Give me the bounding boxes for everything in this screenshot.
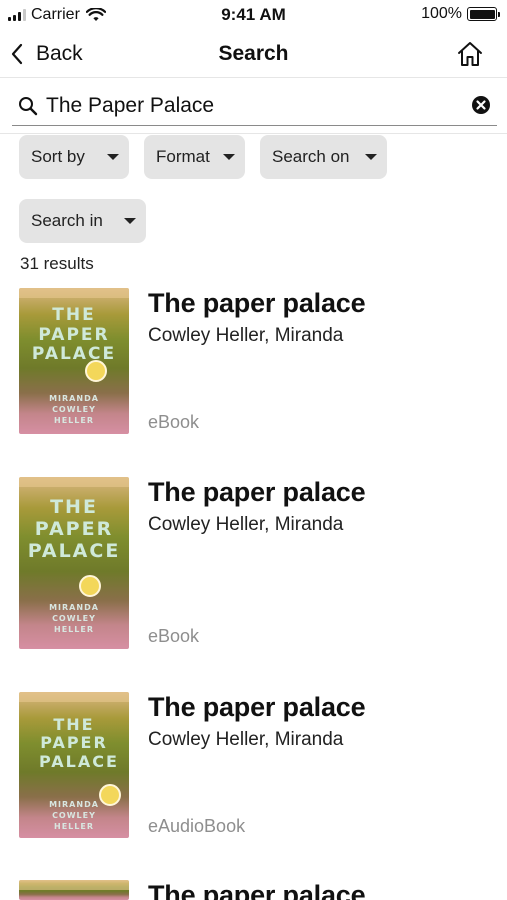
search-screen: Carrier 9:41 AM 100% Back Search The Pap…	[0, 0, 507, 900]
caret-down-icon	[365, 154, 377, 160]
cover-title: THE PAPER PALACE	[27, 496, 121, 562]
result-author: Cowley Heller, Miranda	[148, 729, 344, 750]
result-format: eBook	[148, 412, 200, 432]
battery-percentage: 100%	[421, 5, 462, 22]
results-count: 31 results	[20, 254, 94, 273]
cover-title: THE PAPER PALACE	[31, 305, 117, 365]
result-title: The paper palace	[148, 477, 366, 507]
result-title: The paper palace	[148, 288, 366, 318]
search-icon	[19, 97, 38, 116]
result-item[interactable]: THE PAPER PALACE MIRANDA COWLEY HELLER T…	[0, 477, 507, 657]
status-right: 100%	[421, 5, 500, 23]
book-cover	[19, 880, 129, 900]
result-item[interactable]: The paper palace	[0, 880, 507, 900]
cover-title: THE PAPER PALACE	[39, 715, 119, 771]
search-input[interactable]	[46, 90, 456, 122]
book-cover: THE PAPER PALACE MIRANDA COWLEY HELLER	[19, 477, 129, 649]
sort-by-label: Sort by	[31, 147, 85, 166]
result-item[interactable]: THE PAPER PALACE MIRANDA COWLEY HELLER T…	[0, 692, 507, 852]
clear-icon[interactable]	[471, 95, 491, 115]
format-label: Format	[156, 147, 210, 166]
search-bar	[12, 86, 497, 126]
format-dropdown[interactable]: Format	[144, 135, 245, 179]
result-format: eAudioBook	[148, 816, 246, 836]
caret-down-icon	[124, 218, 136, 224]
nav-bar: Back Search	[0, 30, 507, 78]
book-cover: THE PAPER PALACE MIRANDA COWLEY HELLER	[19, 288, 129, 434]
caret-down-icon	[107, 154, 119, 160]
search-on-label: Search on	[272, 147, 350, 166]
divider	[0, 133, 507, 134]
caret-down-icon	[223, 154, 235, 160]
book-cover: THE PAPER PALACE MIRANDA COWLEY HELLER	[19, 692, 129, 838]
result-author: Cowley Heller, Miranda	[148, 514, 344, 535]
result-format: eBook	[148, 626, 200, 646]
search-in-label: Search in	[31, 211, 103, 230]
search-on-dropdown[interactable]: Search on	[260, 135, 387, 179]
home-icon[interactable]	[455, 39, 485, 69]
battery-icon	[467, 7, 500, 21]
result-author: Cowley Heller, Miranda	[148, 325, 344, 346]
cover-author: MIRANDA COWLEY HELLER	[49, 800, 99, 831]
search-in-dropdown[interactable]: Search in	[19, 199, 146, 243]
status-bar: Carrier 9:41 AM 100%	[0, 0, 507, 30]
cover-author: MIRANDA COWLEY HELLER	[49, 394, 99, 425]
cover-author: MIRANDA COWLEY HELLER	[49, 603, 99, 634]
result-item[interactable]: THE PAPER PALACE MIRANDA COWLEY HELLER T…	[0, 288, 507, 448]
result-title: The paper palace	[148, 692, 366, 722]
page-title: Search	[218, 42, 289, 65]
sort-by-dropdown[interactable]: Sort by	[19, 135, 129, 179]
result-title: The paper palace	[148, 880, 366, 900]
